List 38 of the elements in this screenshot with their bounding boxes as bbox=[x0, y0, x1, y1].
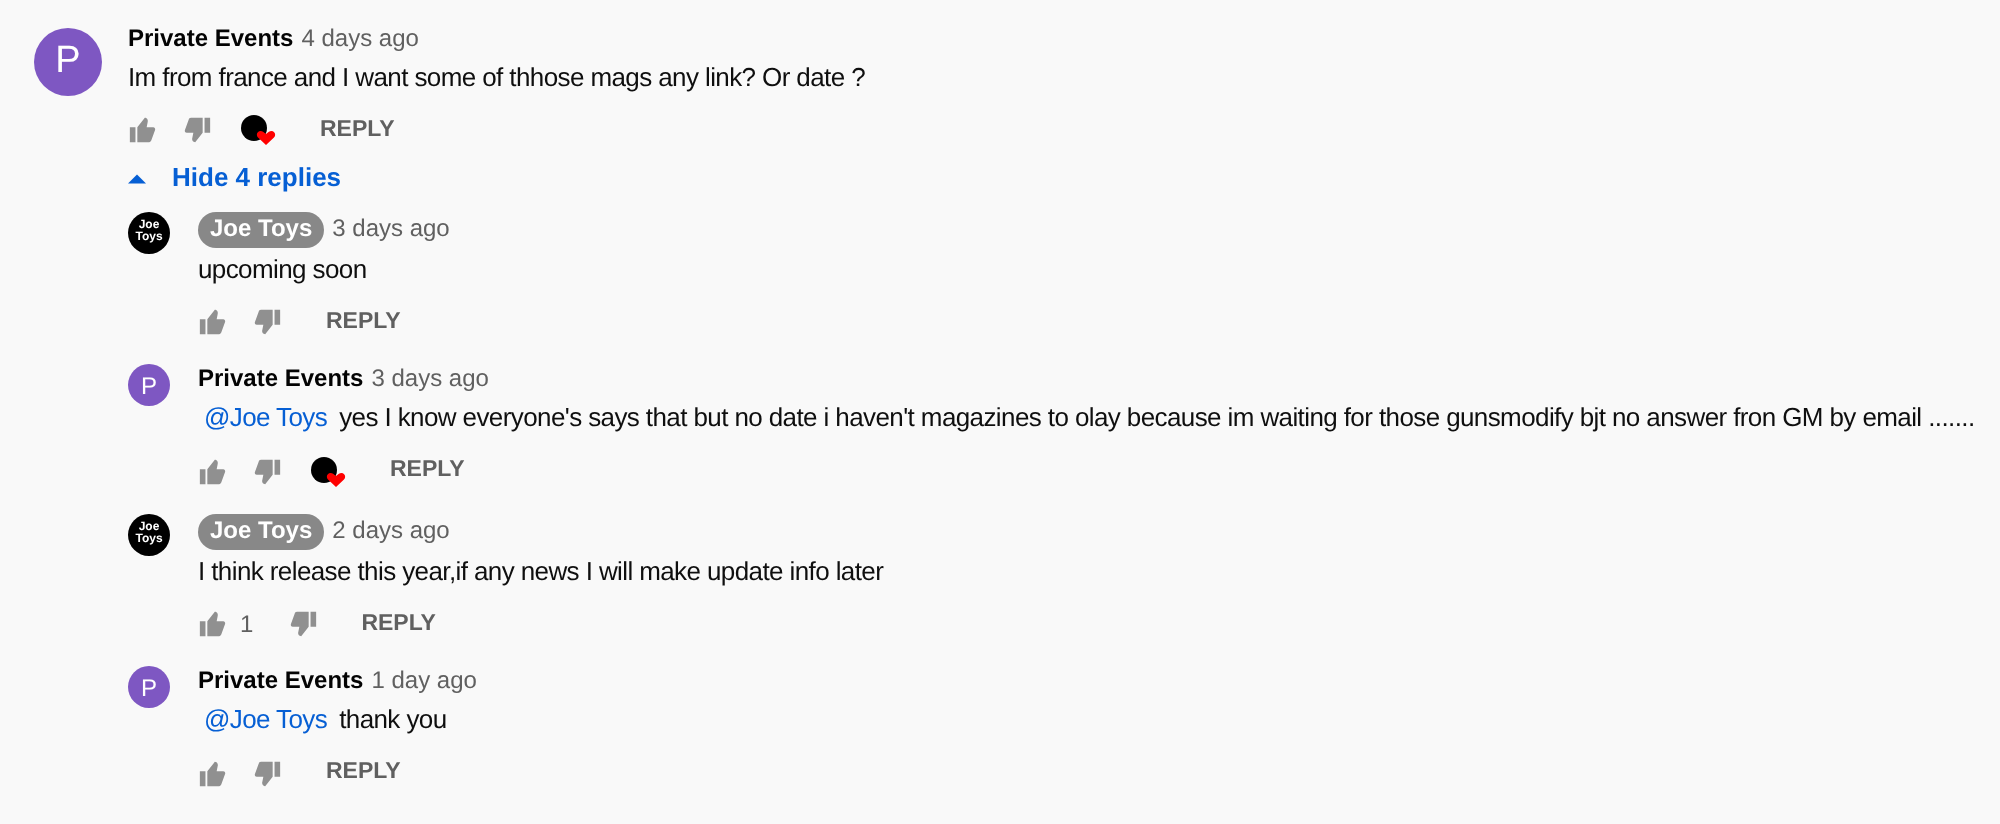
avatar[interactable]: P bbox=[34, 28, 102, 96]
comment-text: upcoming soon bbox=[198, 253, 367, 287]
author-badge[interactable]: Joe Toys bbox=[198, 211, 325, 248]
like-icon[interactable] bbox=[198, 457, 226, 486]
comment-text: thank you bbox=[339, 704, 447, 738]
comment-text: Im from france and I want some of thhose mags any link? Or date ? bbox=[128, 61, 866, 95]
dislike-icon[interactable] bbox=[254, 308, 282, 337]
caret-icon bbox=[128, 172, 146, 185]
mention-link[interactable]: @Joe Toys bbox=[204, 402, 328, 436]
reply-button[interactable]: REPLY bbox=[361, 607, 436, 643]
reply-button[interactable]: REPLY bbox=[320, 113, 395, 149]
dislike-icon[interactable] bbox=[289, 610, 318, 639]
like-icon[interactable] bbox=[128, 116, 156, 145]
author-name[interactable]: Private Events bbox=[128, 24, 294, 56]
comment-text: I think release this year,if any news I will make update info later bbox=[198, 555, 884, 589]
reply-button[interactable]: REPLY bbox=[326, 756, 401, 792]
mention-link[interactable]: @Joe Toys bbox=[204, 704, 328, 738]
author-name[interactable]: Private Events bbox=[198, 666, 364, 699]
avatar[interactable]: P bbox=[128, 666, 170, 709]
like-icon[interactable] bbox=[198, 308, 226, 337]
like-icon[interactable] bbox=[198, 610, 226, 639]
dislike-icon[interactable] bbox=[184, 116, 212, 145]
timestamp[interactable]: 1 day ago bbox=[371, 666, 477, 699]
author-badge[interactable]: Joe Toys bbox=[198, 513, 325, 550]
reply-button[interactable]: REPLY bbox=[326, 305, 401, 341]
like-count: 1 bbox=[240, 608, 254, 643]
dislike-icon[interactable] bbox=[254, 457, 282, 486]
timestamp[interactable]: 3 days ago bbox=[371, 364, 489, 397]
like-icon[interactable] bbox=[198, 759, 226, 788]
avatar[interactable]: P bbox=[128, 364, 170, 407]
timestamp[interactable]: 4 days ago bbox=[301, 24, 419, 56]
dislike-icon[interactable] bbox=[254, 759, 282, 788]
comment-text: yes I know everyone's says that but no date i haven't magazines to olay because im waiting for those gunsmodify bjt no answer fron GM by email ....... bbox=[339, 402, 1975, 436]
reply-button[interactable]: REPLY bbox=[390, 454, 465, 490]
hide-replies-button[interactable]: Hide 4 replies bbox=[128, 158, 342, 198]
timestamp[interactable]: 3 days ago bbox=[332, 213, 450, 246]
author-name[interactable]: Private Events bbox=[198, 364, 364, 397]
timestamp[interactable]: 2 days ago bbox=[332, 515, 450, 548]
